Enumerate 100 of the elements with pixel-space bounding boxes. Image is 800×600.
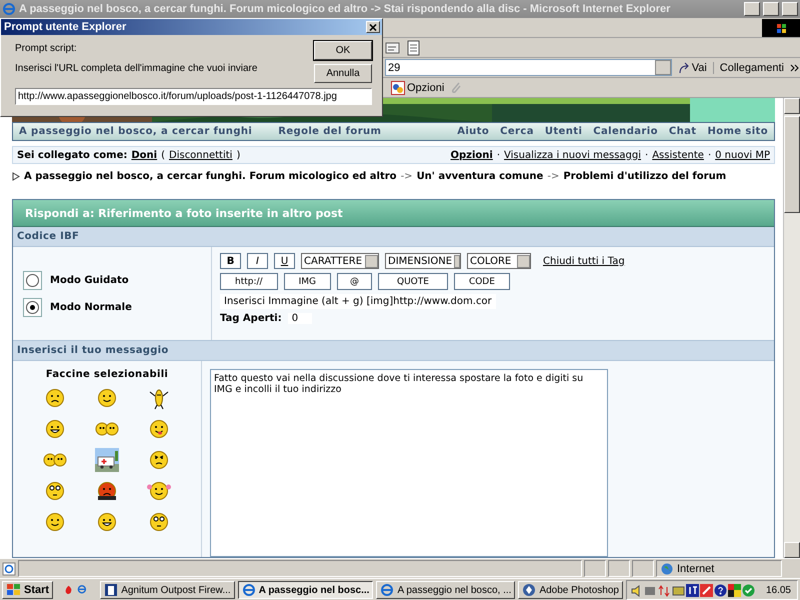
nav-link[interactable]: Chat — [668, 126, 696, 138]
breadcrumb-separator: -> — [400, 170, 413, 182]
format-button[interactable]: U — [274, 253, 295, 269]
open-tags-label: Tag Aperti: — [220, 313, 282, 324]
grid-app-icon[interactable] — [728, 584, 741, 596]
smiley-icon[interactable] — [95, 386, 119, 410]
separator: · — [496, 150, 500, 161]
browser-icon — [380, 583, 394, 597]
links-label[interactable]: Collegamenti — [712, 62, 790, 74]
parenthesis: ) — [236, 150, 240, 161]
transfer-icon[interactable] — [658, 584, 671, 596]
close-tags-link[interactable]: Chiudi tutti i Tag — [543, 256, 625, 266]
tongue-face-icon[interactable] — [147, 417, 171, 441]
check-icon[interactable] — [742, 584, 755, 596]
angry-face-icon[interactable] — [147, 448, 171, 472]
minimize-button[interactable] — [744, 2, 760, 16]
separator: · — [708, 150, 712, 161]
status-panel — [632, 560, 654, 577]
eye-roll-face-icon[interactable] — [43, 479, 67, 503]
smileys-title: Faccine selezionabili — [46, 369, 168, 380]
windows-logo-icon — [762, 18, 800, 36]
mode-radio[interactable]: Modo Normale — [23, 298, 211, 316]
task-button[interactable]: Adobe Photoshop — [518, 581, 623, 599]
nav-link[interactable]: Utenti — [544, 126, 582, 138]
help-icon[interactable] — [714, 584, 727, 596]
url-field[interactable]: http://www.apasseggionelbosco.it/forum/uploads/post-1-1126447078.jpg — [15, 88, 372, 105]
dropdown[interactable]: COLORE — [467, 253, 531, 269]
scrollbar[interactable] — [783, 98, 800, 558]
breadcrumb-link[interactable]: Un' avventura comune — [416, 170, 544, 182]
mode-radio[interactable]: Modo Guidato — [23, 270, 211, 290]
user-link[interactable]: Visualizza i nuovi messaggi — [504, 150, 642, 161]
tag-button[interactable]: CODE — [454, 273, 510, 290]
section-header: Codice IBF — [13, 227, 774, 247]
maximize-button[interactable] — [763, 2, 779, 16]
section-header: Inserisci il tuo messaggio — [13, 340, 774, 361]
breadcrumb-link[interactable]: A passeggio nel bosco, a cercar funghi. Forum micologico ed altro — [24, 170, 397, 182]
paperclip-icon[interactable] — [450, 80, 462, 94]
format-button[interactable]: B — [220, 253, 241, 269]
format-button[interactable]: I — [247, 253, 268, 269]
clock: 16.05 — [766, 584, 791, 596]
cancel-button[interactable]: Annulla — [314, 64, 372, 83]
separator: · — [645, 150, 648, 161]
nav-link[interactable]: Home sito — [707, 126, 768, 138]
eye-roll-face-icon[interactable] — [147, 510, 171, 534]
tag-button[interactable]: @ — [336, 273, 372, 290]
nav-link[interactable]: Aiuto — [457, 126, 490, 138]
zone-label: Internet — [677, 562, 714, 574]
open-tags-count: 0 — [288, 313, 312, 324]
user-link[interactable]: Opzioni — [450, 150, 493, 161]
nav-link[interactable]: Cerca — [500, 126, 534, 138]
nav-link[interactable]: Regole del forum — [278, 126, 382, 138]
page-icon — [2, 562, 16, 576]
breadcrumb-separator: -> — [547, 170, 560, 182]
ambulance-icon[interactable] — [95, 448, 119, 472]
keyboard-layout-icon[interactable] — [686, 584, 699, 596]
close-button[interactable] — [366, 21, 380, 33]
address-field[interactable]: 29 — [385, 59, 672, 76]
nav-link[interactable]: Calendario — [593, 126, 658, 138]
smiley-icon[interactable] — [43, 510, 67, 534]
tag-button[interactable]: http:// — [220, 273, 278, 290]
options-icon — [391, 80, 405, 94]
browser-icon — [242, 583, 256, 597]
dropdown-button[interactable] — [654, 60, 671, 75]
grinning-face-icon[interactable] — [95, 510, 119, 534]
help-text: Inserisci Immagine (alt + g) [img]http://www.dom.cor — [220, 294, 496, 309]
tag-button[interactable]: QUOTE — [378, 273, 448, 290]
nav-link[interactable]: A passeggio nel bosco, a cercar funghi — [19, 126, 252, 138]
logout-link[interactable]: Disconnettiti — [169, 150, 232, 161]
breadcrumb-link[interactable]: Problemi d'utilizzo del forum — [563, 170, 726, 182]
cheering-face-icon[interactable] — [147, 479, 171, 503]
task-button[interactable]: A passeggio nel bosco, ... — [376, 581, 516, 599]
windows-icon — [6, 583, 22, 597]
task-button[interactable]: Agnitum Outpost Firew... — [100, 581, 235, 599]
go-arrow-icon — [678, 62, 690, 74]
tag-button[interactable]: IMG — [284, 273, 331, 290]
message-field[interactable]: Fatto questo vai nella discussione dove ti interessa spostare la foto e digiti su IMG e incolli il tuo indirizzo — [210, 369, 608, 557]
document-icon[interactable] — [407, 40, 421, 56]
dropdown[interactable]: CARATTERE — [301, 253, 379, 269]
panel-title: Rispondi a: Riferimento a foto inserite in altro post — [13, 200, 774, 227]
card-icon[interactable] — [672, 584, 685, 596]
go-button[interactable]: Vai — [672, 62, 713, 74]
close-button[interactable] — [782, 2, 798, 16]
grinning-face-icon[interactable] — [43, 417, 67, 441]
task-button[interactable]: A passeggio nel bosc... — [238, 581, 374, 599]
window-title: A passeggio nel bosco, a cercar funghi. Forum micologico ed altro -> Stai rispondendo alla disc - Microsoft Internet Explorer — [19, 3, 672, 15]
prompt-label: Prompt script: — [15, 43, 78, 54]
dropdown[interactable]: DIMENSIONE — [385, 253, 461, 269]
options-button[interactable]: Opzioni — [385, 80, 450, 94]
user-link[interactable]: Assistente — [652, 150, 704, 161]
chevron-icon[interactable] — [790, 62, 800, 72]
sad-face-icon[interactable] — [43, 386, 67, 410]
status-panel — [584, 560, 606, 577]
user-link[interactable]: 0 nuovi MP — [715, 150, 770, 161]
start-button[interactable]: Start — [2, 581, 54, 599]
dialog-title: Prompt utente Explorer — [4, 21, 126, 33]
username-link[interactable]: Doni — [131, 150, 158, 161]
browser-icon — [2, 2, 16, 16]
ok-button[interactable]: OK — [314, 41, 372, 60]
censored-face-icon[interactable] — [95, 479, 119, 503]
edit-icon[interactable] — [385, 40, 401, 54]
